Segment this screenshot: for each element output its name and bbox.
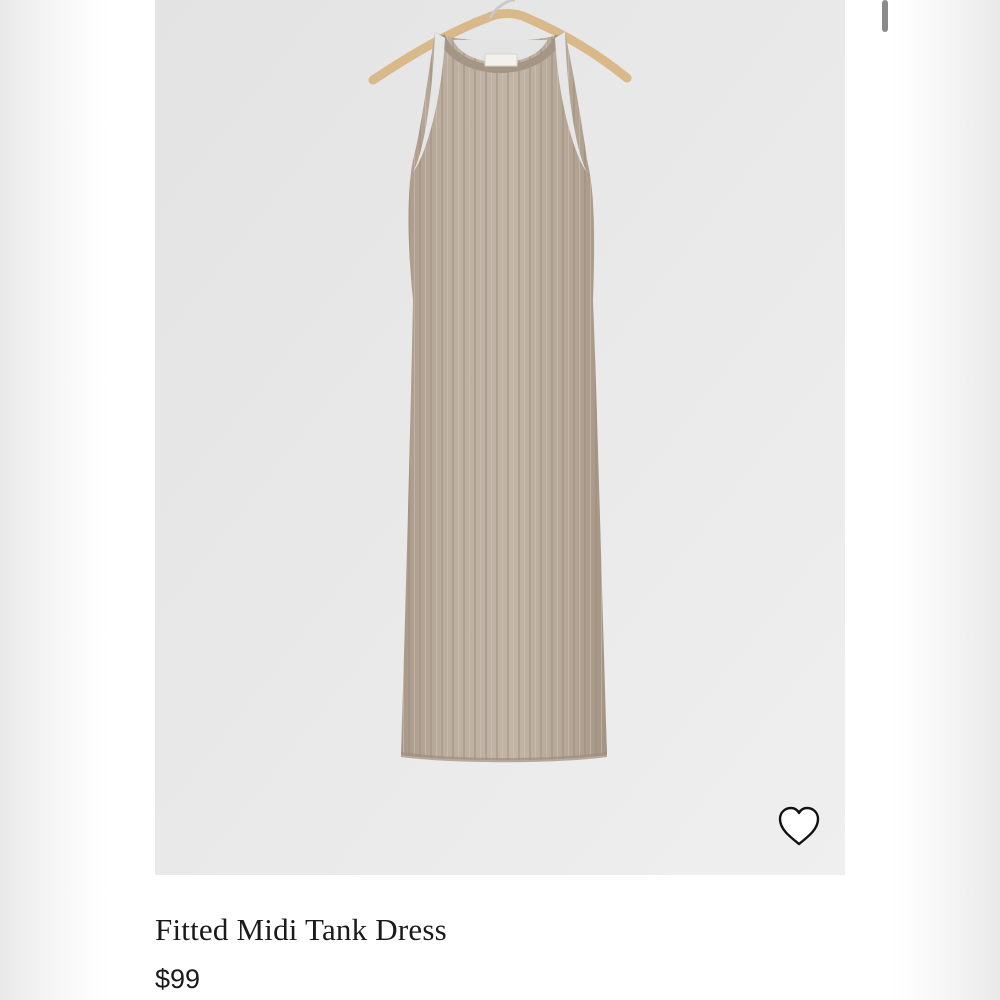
heart-outline-icon bbox=[778, 806, 820, 846]
scrollbar-thumb[interactable] bbox=[882, 0, 888, 32]
product-title[interactable]: Fitted Midi Tank Dress bbox=[155, 912, 447, 948]
favorite-button[interactable] bbox=[775, 804, 823, 850]
page: Fitted Midi Tank Dress $99 bbox=[0, 0, 1000, 1000]
dress-photo bbox=[155, 0, 845, 875]
product-image[interactable] bbox=[155, 0, 845, 875]
product-card[interactable]: Fitted Midi Tank Dress $99 bbox=[108, 0, 892, 1000]
product-price: $99 bbox=[155, 964, 201, 994]
